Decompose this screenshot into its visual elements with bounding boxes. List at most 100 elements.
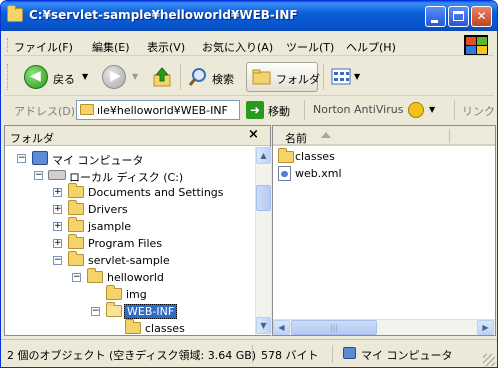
local-disk-icon bbox=[48, 170, 66, 180]
folder-icon bbox=[106, 285, 122, 300]
back-label: 戻る bbox=[53, 73, 75, 86]
folder-icon bbox=[7, 5, 23, 22]
file-item-label: web.xml bbox=[295, 167, 342, 180]
tree-item-servlet-sample[interactable]: − servlet-sample bbox=[5, 251, 245, 269]
forward-button[interactable]: ▶ bbox=[102, 65, 126, 89]
standard-toolbar: ◀ 戻る ▼ ▶ ▼ 検索 フォルダ ▼ bbox=[4, 58, 494, 96]
toolbar-grip[interactable] bbox=[7, 64, 10, 90]
folder-icon bbox=[87, 268, 103, 283]
expand-icon[interactable]: + bbox=[53, 222, 62, 231]
folders-pane: フォルダ × − マイ コンピュータ − ローカル ディスク (C:) + Do… bbox=[4, 125, 271, 336]
tree-item-label: classes bbox=[145, 322, 185, 335]
scrollbar-thumb[interactable]: ||| bbox=[291, 320, 377, 335]
scroll-up-icon[interactable]: ▲ bbox=[256, 147, 271, 164]
menu-view[interactable]: 表示(V) bbox=[147, 39, 185, 55]
my-computer-icon bbox=[32, 151, 48, 165]
address-input[interactable]: ıle¥helloworld¥WEB-INF ▼ bbox=[76, 100, 240, 120]
tree-item-local-disk[interactable]: − ローカル ディスク (C:) bbox=[5, 168, 245, 184]
tree-item-img[interactable]: img bbox=[5, 285, 245, 303]
tree-item-web-inf[interactable]: − WEB-INF bbox=[5, 302, 245, 320]
folders-button[interactable]: フォルダ bbox=[246, 62, 320, 92]
column-divider[interactable] bbox=[449, 129, 450, 143]
menubar-grip[interactable] bbox=[7, 38, 10, 52]
menu-edit[interactable]: 編集(E) bbox=[92, 39, 130, 55]
collapse-icon[interactable]: − bbox=[53, 256, 62, 265]
scroll-left-icon[interactable]: ◀ bbox=[273, 320, 290, 335]
address-label: アドレス(D) bbox=[14, 105, 76, 118]
name-column-header[interactable]: 名前 bbox=[273, 126, 495, 146]
title-bar[interactable]: C:¥servlet-sample¥helloworld¥WEB-INF ✕ bbox=[1, 1, 497, 31]
go-arrow-icon: ➜ bbox=[249, 103, 261, 117]
forward-dropdown-icon[interactable]: ▼ bbox=[132, 72, 138, 81]
tree-item-label: servlet-sample bbox=[88, 254, 170, 267]
tree-item-helloworld[interactable]: − helloworld bbox=[5, 268, 245, 286]
sort-ascending-icon bbox=[321, 132, 331, 138]
go-button[interactable]: ➜ bbox=[246, 101, 264, 119]
norton-antivirus-label[interactable]: Norton AntiVirus bbox=[313, 103, 403, 116]
folder-icon bbox=[68, 234, 84, 249]
folder-up-icon[interactable] bbox=[151, 66, 173, 88]
folder-icon bbox=[68, 217, 84, 232]
links-label[interactable]: リンク bbox=[462, 103, 495, 119]
tree-item-label: Documents and Settings bbox=[88, 186, 224, 199]
open-folder-icon bbox=[106, 302, 122, 317]
close-button[interactable]: ✕ bbox=[471, 6, 492, 27]
expand-icon[interactable]: + bbox=[53, 188, 62, 197]
expand-icon[interactable]: + bbox=[53, 205, 62, 214]
maximize-icon bbox=[453, 11, 464, 21]
back-arrow-icon: ◀ bbox=[30, 68, 41, 84]
close-pane-icon[interactable]: × bbox=[248, 127, 259, 142]
collapse-icon[interactable]: − bbox=[34, 171, 43, 180]
files-horizontal-scrollbar[interactable]: ◀ ||| ▶ bbox=[273, 319, 495, 335]
status-location: マイ コンピュータ bbox=[361, 349, 453, 362]
tree-item-jsample[interactable]: + jsample bbox=[5, 217, 245, 235]
menu-tools[interactable]: ツール(T) bbox=[286, 39, 334, 55]
menu-help[interactable]: ヘルプ(H) bbox=[346, 39, 396, 55]
tree-item-label: Program Files bbox=[88, 237, 163, 250]
resize-grip-icon[interactable] bbox=[483, 354, 495, 366]
search-label[interactable]: 検索 bbox=[212, 71, 234, 87]
expand-icon[interactable]: + bbox=[53, 239, 62, 248]
maximize-button[interactable] bbox=[448, 6, 469, 27]
minimize-button[interactable] bbox=[425, 6, 446, 27]
address-bar: アドレス(D) ıle¥helloworld¥WEB-INF ▼ ➜ 移動 No… bbox=[4, 98, 495, 122]
minimize-icon bbox=[431, 20, 438, 23]
norton-icon[interactable] bbox=[408, 102, 424, 118]
address-value[interactable]: ıle¥helloworld¥WEB-INF bbox=[97, 104, 228, 117]
back-dropdown-icon[interactable]: ▼ bbox=[82, 72, 88, 81]
tree-item-drivers[interactable]: + Drivers bbox=[5, 200, 245, 218]
tree-item-my-computer[interactable]: − マイ コンピュータ bbox=[5, 151, 245, 167]
views-dropdown-icon[interactable]: ▼ bbox=[354, 72, 360, 81]
back-button[interactable]: ◀ bbox=[24, 65, 48, 89]
folder-icon bbox=[68, 251, 84, 266]
status-size: 578 バイト bbox=[261, 345, 333, 363]
scroll-right-icon[interactable]: ▶ bbox=[477, 320, 494, 335]
tree-item-classes[interactable]: classes bbox=[5, 319, 245, 335]
folders-vertical-scrollbar[interactable]: ▲ ▼ bbox=[255, 147, 271, 335]
menu-file[interactable]: ファイル(F) bbox=[14, 39, 73, 55]
collapse-icon[interactable]: − bbox=[91, 307, 100, 316]
folder-icon bbox=[80, 104, 94, 115]
collapse-icon[interactable]: − bbox=[17, 154, 26, 163]
norton-dropdown-icon[interactable]: ▼ bbox=[429, 105, 435, 114]
views-icon[interactable] bbox=[331, 67, 353, 87]
forward-arrow-icon: ▶ bbox=[110, 68, 121, 84]
menu-favorites[interactable]: お気に入り(A) bbox=[202, 39, 273, 55]
folders-label: フォルダ bbox=[276, 73, 320, 86]
search-icon[interactable] bbox=[187, 66, 209, 88]
file-item-web-xml[interactable]: web.xml bbox=[277, 166, 397, 182]
tree-item-label: マイ コンピュータ bbox=[52, 154, 144, 167]
tree-item-label: Drivers bbox=[88, 203, 128, 216]
window-title: C:¥servlet-sample¥helloworld¥WEB-INF bbox=[29, 8, 298, 22]
tree-item-documents-and-settings[interactable]: + Documents and Settings bbox=[5, 183, 245, 201]
scroll-down-icon[interactable]: ▼ bbox=[256, 317, 271, 334]
collapse-icon[interactable]: − bbox=[72, 273, 81, 282]
status-bar: 2 個のオブジェクト (空きディスク領域: 3.64 GB) 578 バイト マ… bbox=[1, 339, 497, 367]
tree-item-label: helloworld bbox=[107, 271, 164, 284]
file-item-classes[interactable]: classes bbox=[277, 148, 397, 165]
go-label[interactable]: 移動 bbox=[268, 103, 290, 119]
scrollbar-thumb[interactable] bbox=[256, 185, 271, 211]
tree-item-program-files[interactable]: + Program Files bbox=[5, 234, 245, 252]
xml-file-icon bbox=[278, 166, 291, 181]
tree-item-label: jsample bbox=[88, 220, 132, 233]
